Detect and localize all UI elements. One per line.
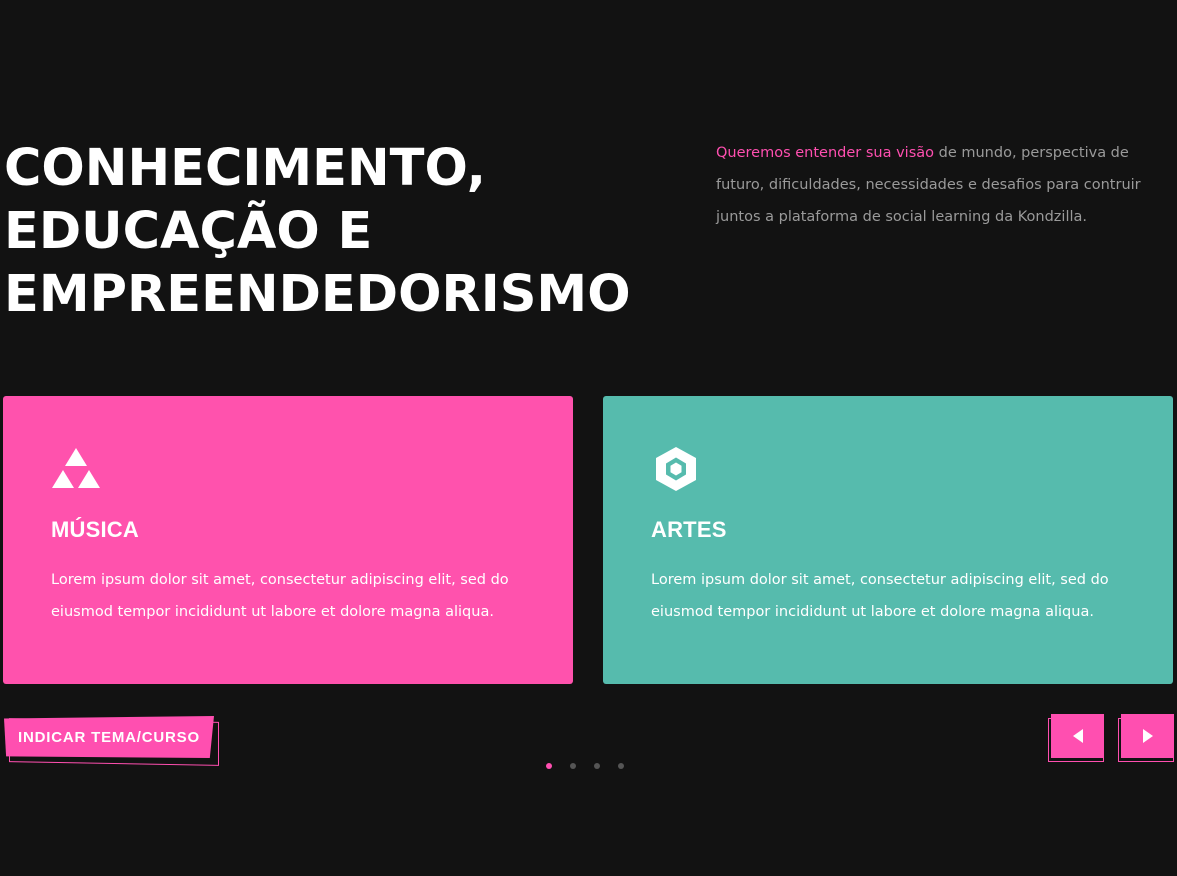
prev-wrapper [1048, 714, 1106, 764]
page: CONHECIMENTO, EDUCAÇÃO E EMPREENDEDORISM… [0, 0, 1177, 876]
card-title: ARTES [651, 517, 727, 542]
arrow-left-icon [1072, 729, 1083, 743]
indicar-tema-button[interactable]: INDICAR TEMA/CURSO [4, 716, 214, 758]
card-title: MÚSICA [51, 517, 139, 542]
carousel-dot-1[interactable] [546, 763, 552, 769]
intro-paragraph: Queremos entender sua visão de mundo, pe… [716, 137, 1166, 233]
carousel-dots [546, 763, 624, 769]
arrow-right-icon [1142, 729, 1153, 743]
carousel-dot-4[interactable] [618, 763, 624, 769]
hero-title-line-1: CONHECIMENTO, [4, 139, 487, 198]
hero-title-line-2: EDUCAÇÃO E [4, 202, 373, 261]
hexagon-icon [656, 447, 696, 491]
cta-wrapper: INDICAR TEMA/CURSO [4, 716, 220, 766]
card-musica[interactable]: MÚSICA Lorem ipsum dolor sit amet, conse… [3, 396, 573, 684]
card-artes[interactable]: ARTES Lorem ipsum dolor sit amet, consec… [603, 396, 1173, 684]
triforce-icon [52, 448, 100, 488]
card-text: Lorem ipsum dolor sit amet, consectetur … [651, 572, 1109, 620]
carousel-dot-2[interactable] [570, 763, 576, 769]
next-wrapper [1118, 714, 1176, 764]
hero-title-line-3: EMPREENDEDORISMO [4, 265, 631, 324]
card-text: Lorem ipsum dolor sit amet, consectetur … [51, 572, 509, 620]
carousel-prev-button[interactable] [1051, 714, 1104, 758]
intro-highlight: Queremos entender sua visão [716, 145, 935, 161]
hero-title: CONHECIMENTO, EDUCAÇÃO E EMPREENDEDORISM… [4, 137, 631, 326]
carousel-next-button[interactable] [1121, 714, 1174, 758]
carousel-dot-3[interactable] [594, 763, 600, 769]
